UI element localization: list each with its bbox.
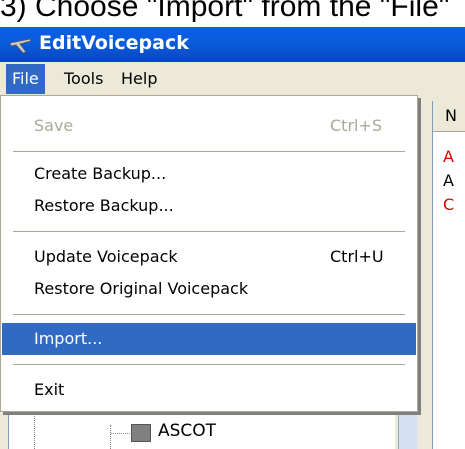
menu-item-restore-backup[interactable]: Restore Backup... xyxy=(2,190,416,222)
menu-help[interactable]: Help xyxy=(115,64,163,94)
menu-item-label: Create Backup... xyxy=(34,164,167,183)
menu-item-save[interactable]: Save Ctrl+S xyxy=(2,110,416,142)
list-item[interactable]: A xyxy=(443,147,454,166)
instruction-caption: 3) Choose "Import" from the "File" xyxy=(0,0,450,23)
menu-separator xyxy=(13,231,405,232)
tree-line xyxy=(110,425,112,449)
menu-item-label: Update Voicepack xyxy=(34,247,178,266)
file-menu-dropdown: Save Ctrl+S Create Backup... Restore Bac… xyxy=(0,95,418,412)
menu-file[interactable]: File xyxy=(6,64,45,94)
list-view[interactable]: N A A C xyxy=(432,101,465,449)
list-item[interactable]: C xyxy=(443,195,454,214)
window-title-bar: EditVoicepack xyxy=(0,27,465,62)
column-header[interactable]: N xyxy=(433,101,465,132)
menu-item-label: Import... xyxy=(34,329,103,348)
list-item[interactable]: A xyxy=(443,171,454,190)
menu-item-create-backup[interactable]: Create Backup... xyxy=(2,158,416,190)
menu-separator xyxy=(13,314,405,315)
menu-item-label: Exit xyxy=(34,380,65,399)
tree-node-ascot[interactable]: ASCOT xyxy=(158,421,216,441)
folder-node-icon xyxy=(131,424,151,442)
menu-item-restore-original[interactable]: Restore Original Voicepack xyxy=(2,273,416,305)
tree-line xyxy=(111,433,130,434)
menu-tools[interactable]: Tools xyxy=(58,64,109,94)
menu-item-import[interactable]: Import... xyxy=(2,323,416,355)
shortcut-label: Ctrl+S xyxy=(330,116,383,135)
menu-item-exit[interactable]: Exit xyxy=(2,374,416,406)
menu-item-update-voicepack[interactable]: Update Voicepack Ctrl+U xyxy=(2,241,416,273)
menu-item-label: Restore Backup... xyxy=(34,196,174,215)
shortcut-label: Ctrl+U xyxy=(330,247,384,266)
menu-separator xyxy=(13,151,405,152)
menu-separator xyxy=(13,364,405,365)
menu-item-label: Save xyxy=(34,116,74,135)
window-title: EditVoicepack xyxy=(39,32,189,54)
plane-icon xyxy=(9,38,32,54)
column-header-label: N xyxy=(445,106,457,125)
menu-bar: File Tools Help xyxy=(0,62,465,96)
menu-item-label: Restore Original Voicepack xyxy=(34,279,249,298)
